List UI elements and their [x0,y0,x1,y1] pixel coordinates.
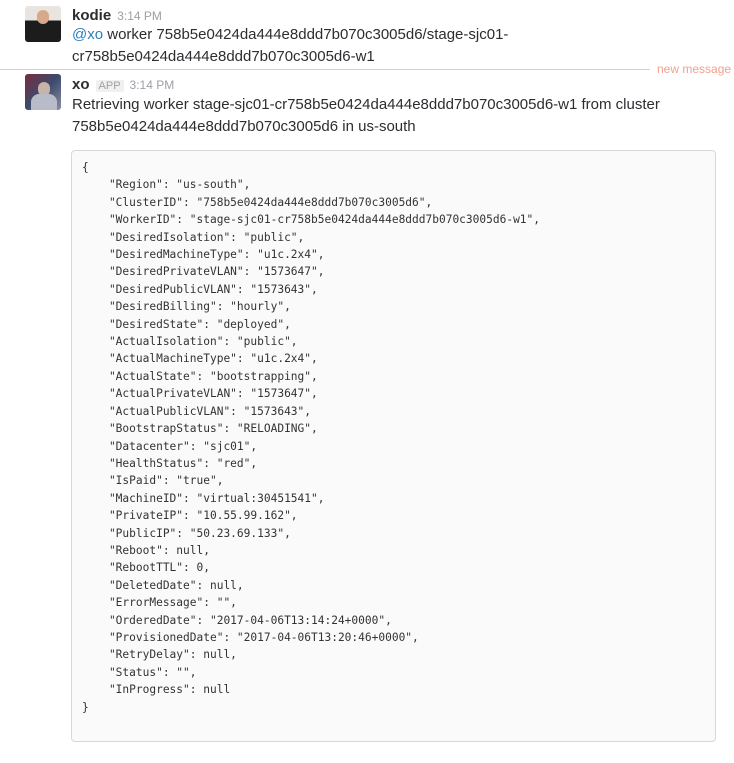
code-line: "DesiredPrivateVLAN": "1573647", [82,265,325,279]
code-line: "Region": "us-south", [82,178,251,192]
author-name[interactable]: xo [72,76,90,93]
new-message-divider [0,69,650,70]
timestamp[interactable]: 3:14 PM [130,78,175,92]
code-line: "DeletedDate": null, [82,578,244,592]
code-line: "HealthStatus": "red", [82,456,258,470]
new-message-label: new message [657,62,732,76]
avatar[interactable] [25,74,61,110]
code-line: "BootstrapStatus": "RELOADING", [82,422,318,436]
code-line: "ErrorMessage": "", [82,596,237,610]
code-line: "DesiredState": "deployed", [82,317,291,331]
code-line: "OrderedDate": "2017-04-06T13:14:24+0000… [82,613,392,627]
code-line: "Datacenter": "sjc01", [82,439,258,453]
code-line: "ProvisionedDate": "2017-04-06T13:20:46+… [82,630,419,644]
code-line: "DesiredIsolation": "public", [82,230,305,244]
code-line: "PublicIP": "50.23.69.133", [82,526,291,540]
code-line: "Status": "", [82,665,197,679]
code-line: "DesiredPublicVLAN": "1573643", [82,282,318,296]
mention-link[interactable]: @xo [72,26,103,43]
code-line: "MachineID": "virtual:30451541", [82,491,325,505]
code-line: "ClusterID": "758b5e0424da444e8ddd7b070c… [82,195,433,209]
message-body: worker 758b5e0424da444e8ddd7b070c3005d6/… [72,26,509,65]
code-line: "RetryDelay": null, [82,648,237,662]
code-line: "InProgress": null [82,683,231,697]
code-line: "ActualState": "bootstrapping", [82,369,318,383]
code-line: "ActualIsolation": "public", [82,335,298,349]
code-line: "IsPaid": "true", [82,474,224,488]
code-line: } [82,700,89,714]
code-line: "PrivateIP": "10.55.99.162", [82,509,298,523]
code-line: "Reboot": null, [82,543,210,557]
message-body: Retrieving worker stage-sjc01-cr758b5e04… [72,96,660,135]
code-block: { "Region": "us-south", "ClusterID": "75… [71,150,716,742]
code-line: "DesiredBilling": "hourly", [82,300,291,314]
code-line: "ActualPrivateVLAN": "1573647", [82,387,318,401]
timestamp[interactable]: 3:14 PM [117,9,162,23]
code-line: "ActualMachineType": "u1c.2x4", [82,352,318,366]
code-line: "DesiredMachineType": "u1c.2x4", [82,248,325,262]
code-line: "WorkerID": "stage-sjc01-cr758b5e0424da4… [82,213,541,227]
code-line: { [82,161,89,174]
app-badge: APP [95,80,124,92]
avatar[interactable] [25,6,61,42]
author-name[interactable]: kodie [72,7,111,24]
message-text: @xo worker 758b5e0424da444e8ddd7b070c300… [72,24,722,68]
code-line: "RebootTTL": 0, [82,561,210,575]
code-line: "ActualPublicVLAN": "1573643", [82,404,312,418]
